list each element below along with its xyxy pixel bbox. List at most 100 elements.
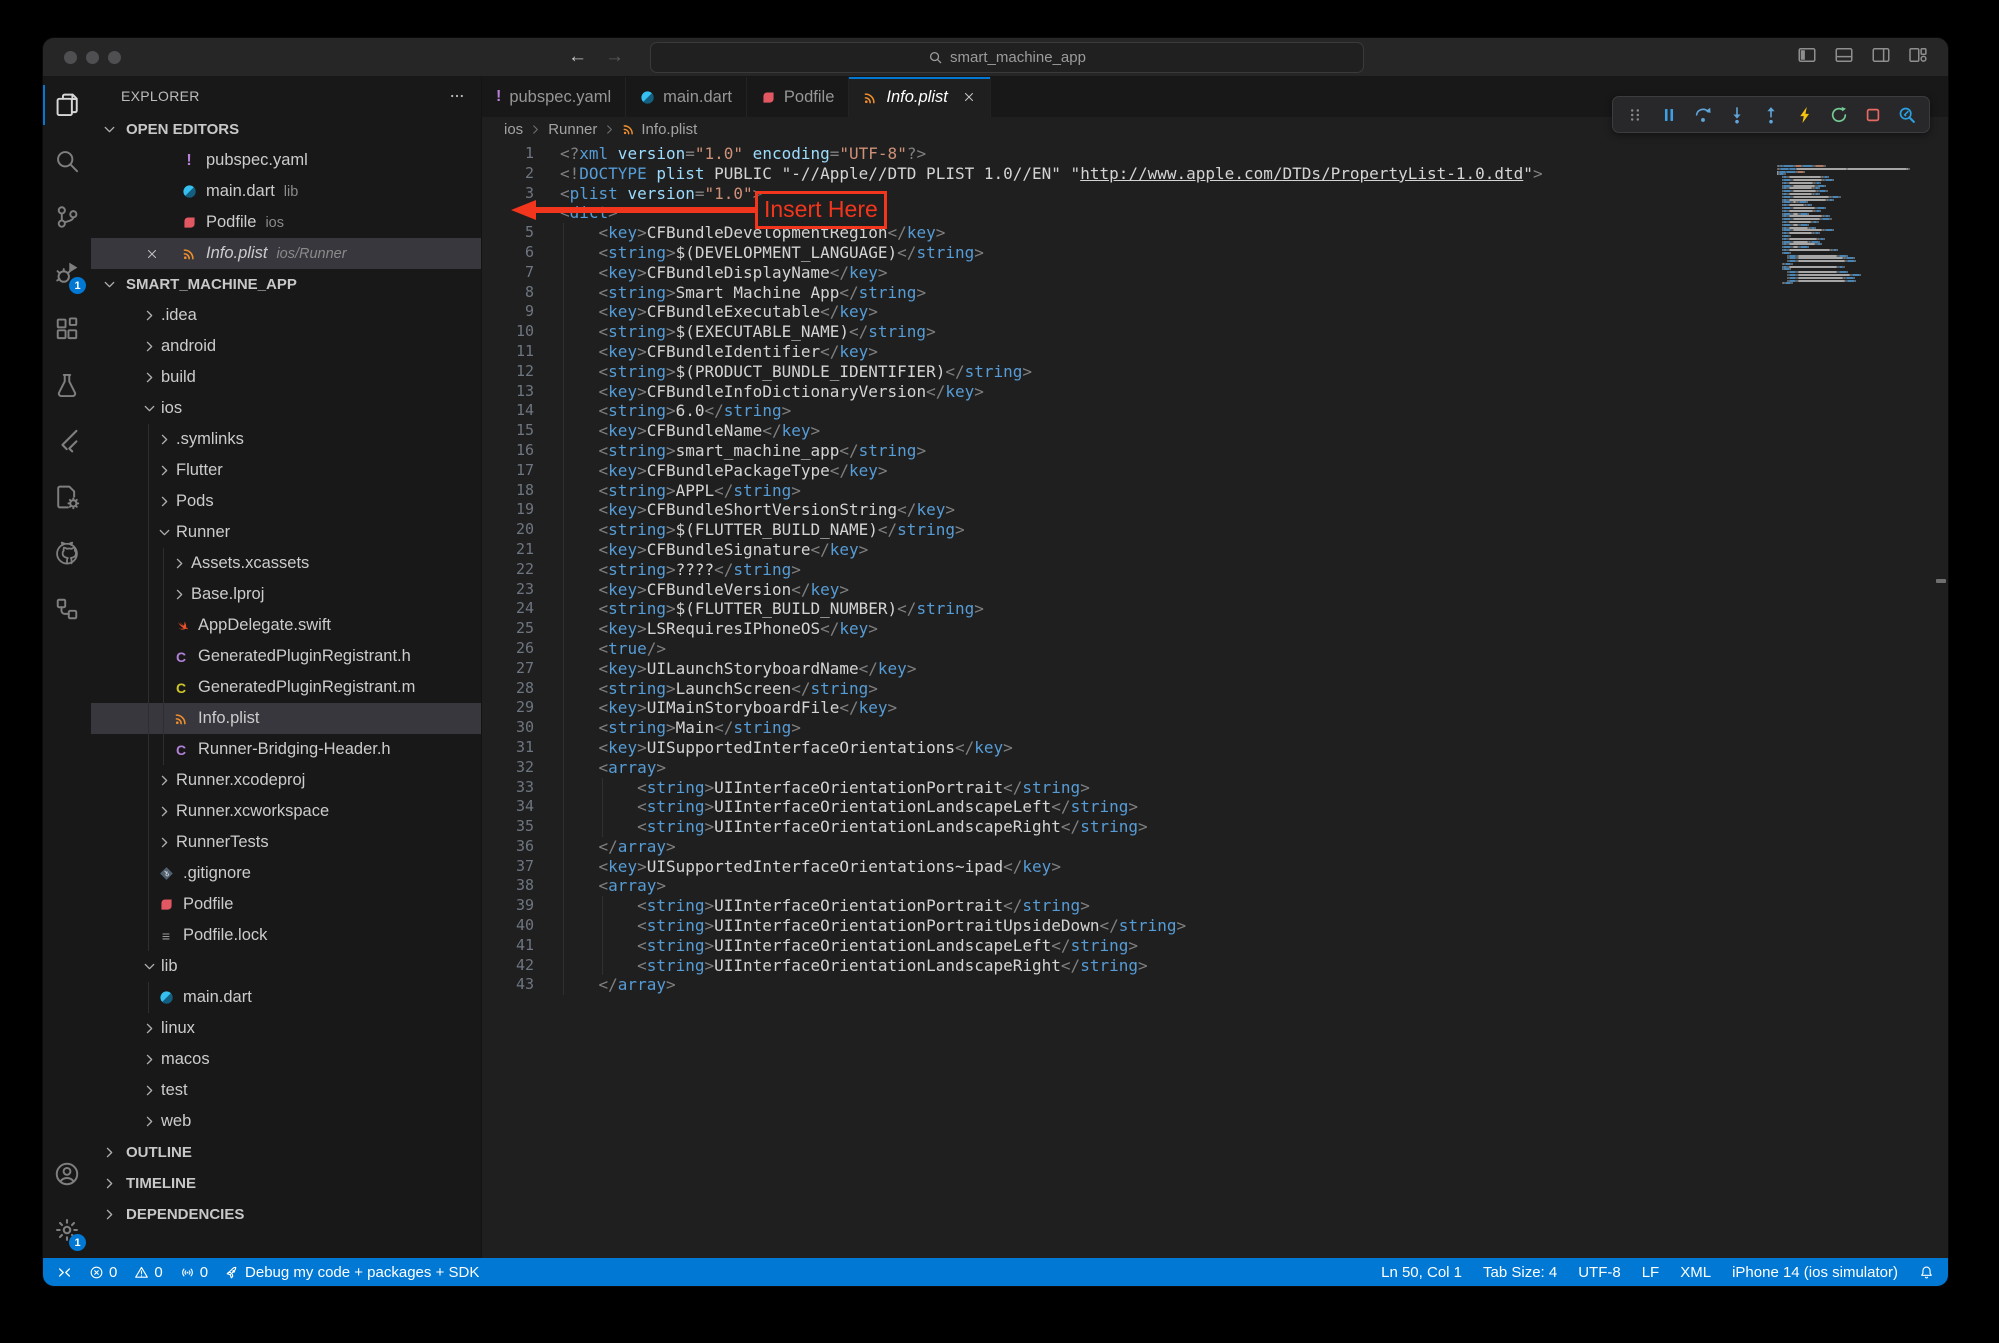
tree-item-macos[interactable]: macos — [91, 1044, 481, 1075]
code-line[interactable]: 17 <key>CFBundlePackageType</key> — [482, 461, 1948, 481]
tree-item-generatedpluginregistrant-m[interactable]: CGeneratedPluginRegistrant.m — [91, 672, 481, 703]
device-indicator[interactable]: iPhone 14 (ios simulator) — [1732, 1264, 1898, 1281]
tree-item-lib[interactable]: lib — [91, 951, 481, 982]
tab-podfile[interactable]: Podfile — [747, 77, 849, 117]
code-line[interactable]: 3<plist version="1.0"> — [482, 184, 1948, 204]
tree-item-assets-xcassets[interactable]: Assets.xcassets — [91, 548, 481, 579]
section-dependencies[interactable]: DEPENDENCIES — [91, 1199, 481, 1230]
code-line[interactable]: 36 </array> — [482, 837, 1948, 857]
tree-item-main-dart[interactable]: main.dart — [91, 982, 481, 1013]
tree-item-build[interactable]: build — [91, 362, 481, 393]
activity-search[interactable] — [43, 133, 91, 189]
code-line[interactable]: 28 <string>LaunchScreen</string> — [482, 679, 1948, 699]
code-line[interactable]: 21 <key>CFBundleSignature</key> — [482, 540, 1948, 560]
open-editor-pubspec-yaml[interactable]: !pubspec.yaml — [91, 145, 481, 176]
breadcrumb-item-info-plist[interactable]: Info.plist — [622, 121, 697, 138]
section-open-editors[interactable]: OPEN EDITORS — [91, 114, 481, 145]
tree-item-pods[interactable]: Pods — [91, 486, 481, 517]
step-over-button[interactable] — [1688, 101, 1718, 129]
errors-indicator[interactable]: 0 — [89, 1264, 117, 1281]
tab-size-indicator[interactable]: Tab Size: 4 — [1483, 1264, 1557, 1281]
code-line[interactable]: 43 </array> — [482, 975, 1948, 995]
activity-testing[interactable] — [43, 357, 91, 413]
remote-indicator[interactable] — [57, 1265, 72, 1280]
more-actions-icon[interactable] — [449, 88, 465, 104]
toggle-secondary-sidebar-icon[interactable] — [1871, 45, 1891, 70]
bolt-button[interactable] — [1790, 101, 1820, 129]
close-icon[interactable] — [962, 90, 976, 104]
forward-arrow-icon[interactable]: → — [605, 46, 624, 68]
code-line[interactable]: 11 <key>CFBundleIdentifier</key> — [482, 342, 1948, 362]
code-line[interactable]: 26 <true/> — [482, 639, 1948, 659]
customize-layout-icon[interactable] — [1908, 45, 1928, 70]
code-line[interactable]: 19 <key>CFBundleShortVersionString</key> — [482, 500, 1948, 520]
code-line[interactable]: 42 <string>UIInterfaceOrientationLandsca… — [482, 956, 1948, 976]
open-editor-info-plist[interactable]: Info.plistios/Runner — [91, 238, 481, 269]
tree-item-linux[interactable]: linux — [91, 1013, 481, 1044]
tree-item-android[interactable]: android — [91, 331, 481, 362]
code-line[interactable]: 15 <key>CFBundleName</key> — [482, 421, 1948, 441]
code-line[interactable]: 16 <string>smart_machine_app</string> — [482, 441, 1948, 461]
tree-item-base-lproj[interactable]: Base.lproj — [91, 579, 481, 610]
breadcrumb-item-runner[interactable]: Runner — [548, 121, 597, 138]
minimize-button[interactable] — [86, 51, 99, 64]
code-line[interactable]: 27 <key>UILaunchStoryboardName</key> — [482, 659, 1948, 679]
code-line[interactable]: 34 <string>UIInterfaceOrientationLandsca… — [482, 797, 1948, 817]
pause-button[interactable] — [1654, 101, 1684, 129]
code-line[interactable]: 32 <array> — [482, 758, 1948, 778]
tree-item-test[interactable]: test — [91, 1075, 481, 1106]
code-line[interactable]: 30 <string>Main</string> — [482, 718, 1948, 738]
code-line[interactable]: 4<dict> — [482, 203, 1948, 223]
code-line[interactable]: 24 <string>$(FLUTTER_BUILD_NUMBER)</stri… — [482, 599, 1948, 619]
activity-settings[interactable]: 1 — [43, 1202, 91, 1258]
restart-button[interactable] — [1824, 101, 1854, 129]
code-line[interactable]: 29 <key>UIMainStoryboardFile</key> — [482, 698, 1948, 718]
open-editor-podfile[interactable]: Podfileios — [91, 207, 481, 238]
activity-references[interactable] — [43, 581, 91, 637]
open-editor-main-dart[interactable]: main.dartlib — [91, 176, 481, 207]
tree-item-runner-xcodeproj[interactable]: Runner.xcodeproj — [91, 765, 481, 796]
activity-flutter[interactable] — [43, 413, 91, 469]
section-project[interactable]: SMART_MACHINE_APP — [91, 269, 481, 300]
section-timeline[interactable]: TIMELINE — [91, 1168, 481, 1199]
back-arrow-icon[interactable]: ← — [568, 46, 587, 68]
code-editor[interactable]: 1<?xml version="1.0" encoding="UTF-8"?>2… — [482, 141, 1948, 1258]
tree-item-web[interactable]: web — [91, 1106, 481, 1137]
activity-run-and-debug[interactable]: 1 — [43, 245, 91, 301]
close-button[interactable] — [64, 51, 77, 64]
eol-indicator[interactable]: LF — [1642, 1264, 1660, 1281]
line-col-indicator[interactable]: Ln 50, Col 1 — [1381, 1264, 1462, 1281]
toggle-primary-sidebar-icon[interactable] — [1797, 45, 1817, 70]
activity-extensions[interactable] — [43, 301, 91, 357]
code-line[interactable]: 10 <string>$(EXECUTABLE_NAME)</string> — [482, 322, 1948, 342]
step-out-button[interactable] — [1756, 101, 1786, 129]
tree-item-appdelegate-swift[interactable]: AppDelegate.swift — [91, 610, 481, 641]
code-line[interactable]: 25 <key>LSRequiresIPhoneOS</key> — [482, 619, 1948, 639]
code-line[interactable]: 13 <key>CFBundleInfoDictionaryVersion</k… — [482, 382, 1948, 402]
devtools-button[interactable] — [1892, 101, 1922, 129]
code-line[interactable]: 35 <string>UIInterfaceOrientationLandsca… — [482, 817, 1948, 837]
stop-button[interactable] — [1858, 101, 1888, 129]
minimap[interactable] — [1777, 165, 1932, 285]
code-line[interactable]: 41 <string>UIInterfaceOrientationLandsca… — [482, 936, 1948, 956]
step-into-button[interactable] — [1722, 101, 1752, 129]
tree-item-ios[interactable]: ios — [91, 393, 481, 424]
tree-item-symlinks[interactable]: .symlinks — [91, 424, 481, 455]
tree-item-runner-xcworkspace[interactable]: Runner.xcworkspace — [91, 796, 481, 827]
tree-item-runner[interactable]: Runner — [91, 517, 481, 548]
breadcrumb-item-ios[interactable]: ios — [504, 121, 523, 138]
code-line[interactable]: 18 <string>APPL</string> — [482, 481, 1948, 501]
tab-main-dart[interactable]: main.dart — [626, 77, 747, 117]
tree-item-flutter[interactable]: Flutter — [91, 455, 481, 486]
code-line[interactable]: 37 <key>UISupportedInterfaceOrientations… — [482, 857, 1948, 877]
code-line[interactable]: 40 <string>UIInterfaceOrientationPortrai… — [482, 916, 1948, 936]
grip-button[interactable] — [1620, 101, 1650, 129]
notifications-bell[interactable] — [1919, 1265, 1934, 1280]
code-line[interactable]: 12 <string>$(PRODUCT_BUNDLE_IDENTIFIER)<… — [482, 362, 1948, 382]
tree-item-runnertests[interactable]: RunnerTests — [91, 827, 481, 858]
tree-item-generatedpluginregistrant-h[interactable]: CGeneratedPluginRegistrant.h — [91, 641, 481, 672]
activity-source-control[interactable] — [43, 189, 91, 245]
close-icon[interactable] — [145, 247, 163, 261]
code-line[interactable]: 9 <key>CFBundleExecutable</key> — [482, 302, 1948, 322]
activity-explorer[interactable] — [43, 77, 91, 133]
